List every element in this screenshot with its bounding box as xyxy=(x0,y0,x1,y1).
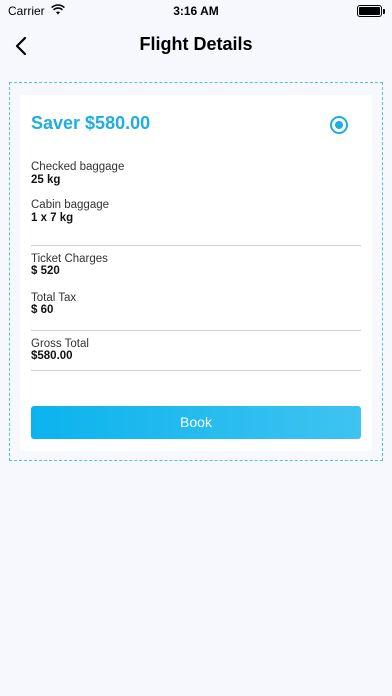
page-title: Flight Details xyxy=(139,34,253,54)
fare-card[interactable] xyxy=(20,95,372,451)
book-button[interactable]: Book xyxy=(31,406,361,439)
fare-title: Saver $580.00 xyxy=(31,113,151,133)
divider xyxy=(31,245,361,246)
gross-total-value: $580.00 xyxy=(31,350,73,362)
checked-baggage-label: Checked baggage xyxy=(31,161,125,173)
cabin-baggage-value: 1 x 7 kg xyxy=(31,212,74,224)
status-time: 3:16 AM xyxy=(173,4,219,18)
total-tax-value: $ 60 xyxy=(31,304,54,316)
divider xyxy=(31,330,361,331)
screen: Carrier 3:16 AM Flight Details Saver $58… xyxy=(0,0,392,696)
battery-tip xyxy=(383,9,385,14)
ticket-charges-label: Ticket Charges xyxy=(31,253,108,265)
divider xyxy=(31,370,361,371)
status-bar: Carrier 3:16 AM xyxy=(0,0,392,22)
gross-total-label: Gross Total xyxy=(31,338,89,350)
total-tax-label: Total Tax xyxy=(31,292,77,304)
cabin-baggage-label: Cabin baggage xyxy=(31,199,110,211)
battery-icon xyxy=(357,5,382,17)
fare-radio-button[interactable] xyxy=(330,116,348,134)
ticket-charges-value: $ 520 xyxy=(31,265,60,277)
checked-baggage-value: 25 kg xyxy=(31,174,61,186)
